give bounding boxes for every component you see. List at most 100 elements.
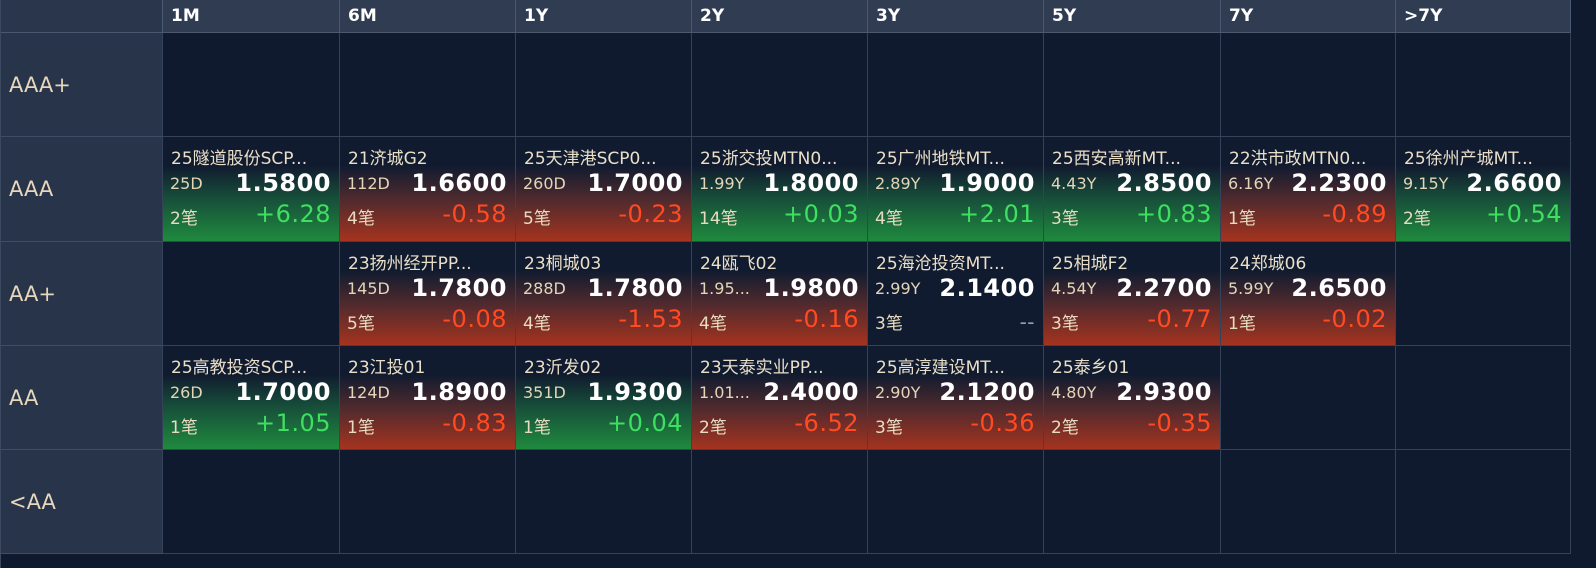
column-header-6m[interactable]: 6M xyxy=(340,0,516,33)
bond-quote-cell[interactable]: 25西安高新MT... 4.43Y 2.8500 3笔 +0.83 xyxy=(1044,137,1221,242)
remaining-term: 4.43Y xyxy=(1051,174,1097,193)
bond-quote-cell[interactable]: 25泰乡01 4.80Y 2.9300 2笔 -0.35 xyxy=(1044,346,1221,450)
yield-change: -0.08 xyxy=(442,305,507,333)
remaining-term: 1.95... xyxy=(699,279,750,298)
bond-quote-cell[interactable]: 22洪市政MTN0... 6.16Y 2.2300 1笔 -0.89 xyxy=(1221,137,1396,242)
bond-name: 25隧道股份SCP... xyxy=(171,149,308,169)
bond-name: 25徐州产城MT... xyxy=(1404,149,1533,169)
yield-change: +1.05 xyxy=(254,409,331,437)
yield-change: -0.35 xyxy=(1147,409,1212,437)
trade-yield: 2.6600 xyxy=(1466,169,1562,197)
empty-cell xyxy=(1396,242,1571,346)
column-header-1y[interactable]: 1Y xyxy=(516,0,692,33)
bond-quote-cell[interactable]: 23江投01 124D 1.8900 1笔 -0.83 xyxy=(340,346,516,450)
remaining-term: 124D xyxy=(347,383,390,402)
empty-cell xyxy=(692,450,868,554)
remaining-term: 25D xyxy=(170,174,203,193)
bond-name: 21济城G2 xyxy=(348,149,428,169)
bond-quote-cell[interactable]: 23沂发02 351D 1.9300 1笔 +0.04 xyxy=(516,346,692,450)
bond-quote-cell[interactable]: 23扬州经开PP... 145D 1.7800 5笔 -0.08 xyxy=(340,242,516,346)
bond-quote-cell[interactable]: 25天津港SCP0... 260D 1.7000 5笔 -0.23 xyxy=(516,137,692,242)
bond-quote-cell[interactable]: 25广州地铁MT... 2.89Y 1.9000 4笔 +2.01 xyxy=(868,137,1044,242)
trade-yield: 1.7000 xyxy=(235,378,331,406)
trade-yield: 2.9300 xyxy=(1116,378,1212,406)
remaining-term: 5.99Y xyxy=(1228,279,1274,298)
rating-tenor-matrix: 1M 6M 1Y 2Y 3Y 5Y 7Y >7Y AAA+ AAA 25隧道股份… xyxy=(0,0,1596,568)
column-header-2y[interactable]: 2Y xyxy=(692,0,868,33)
bond-name: 25天津港SCP0... xyxy=(524,149,657,169)
trade-count: 3笔 xyxy=(875,418,903,438)
remaining-term: 2.89Y xyxy=(875,174,921,193)
bond-quote-cell[interactable]: 24瓯飞02 1.95... 1.9800 4笔 -0.16 xyxy=(692,242,868,346)
bond-name: 25高教投资SCP... xyxy=(171,358,308,378)
bond-quote-cell[interactable]: 25高教投资SCP... 26D 1.7000 1笔 +1.05 xyxy=(163,346,340,450)
trade-yield: 2.1200 xyxy=(939,378,1035,406)
trade-count: 2笔 xyxy=(1051,418,1079,438)
row-label-aaa: AAA xyxy=(1,137,163,242)
trade-yield: 1.7000 xyxy=(587,169,683,197)
trade-count: 1笔 xyxy=(1228,314,1256,334)
yield-change: -6.52 xyxy=(794,409,859,437)
trade-yield: 1.8000 xyxy=(763,169,859,197)
empty-cell xyxy=(340,450,516,554)
bond-name: 22洪市政MTN0... xyxy=(1229,149,1367,169)
bond-quote-cell[interactable]: 24郑城06 5.99Y 2.6500 1笔 -0.02 xyxy=(1221,242,1396,346)
remaining-term: 6.16Y xyxy=(1228,174,1274,193)
bond-quote-cell[interactable]: 25隧道股份SCP... 25D 1.5800 2笔 +6.28 xyxy=(163,137,340,242)
bond-quote-cell[interactable]: 25徐州产城MT... 9.15Y 2.6600 2笔 +0.54 xyxy=(1396,137,1571,242)
bond-quote-cell[interactable]: 25海沧投资MT... 2.99Y 2.1400 3笔 -- xyxy=(868,242,1044,346)
column-header-over-7y[interactable]: >7Y xyxy=(1396,0,1571,33)
bond-name: 25浙交投MTN0... xyxy=(700,149,838,169)
empty-cell xyxy=(1396,450,1571,554)
column-header-3y[interactable]: 3Y xyxy=(868,0,1044,33)
column-header-1m[interactable]: 1M xyxy=(163,0,340,33)
trade-yield: 2.2700 xyxy=(1116,274,1212,302)
trade-count: 3笔 xyxy=(1051,314,1079,334)
column-header-7y[interactable]: 7Y xyxy=(1221,0,1396,33)
empty-cell xyxy=(1044,450,1221,554)
yield-change: +0.83 xyxy=(1135,200,1212,228)
trade-count: 2笔 xyxy=(170,209,198,229)
row-label-aaa-plus: AAA+ xyxy=(1,33,163,137)
bond-quote-cell[interactable]: 21济城G2 112D 1.6600 4笔 -0.58 xyxy=(340,137,516,242)
remaining-term: 1.01... xyxy=(699,383,750,402)
bond-name: 25西安高新MT... xyxy=(1052,149,1181,169)
trade-yield: 1.9800 xyxy=(763,274,859,302)
trade-count: 1笔 xyxy=(523,418,551,438)
trade-count: 3笔 xyxy=(1051,209,1079,229)
empty-cell xyxy=(1044,33,1221,137)
yield-change: -0.83 xyxy=(442,409,507,437)
remaining-term: 1.99Y xyxy=(699,174,745,193)
empty-cell xyxy=(163,242,340,346)
bond-name: 25相城F2 xyxy=(1052,254,1129,274)
empty-cell xyxy=(1396,33,1571,137)
bond-quote-cell[interactable]: 23天泰实业PP... 1.01... 2.4000 2笔 -6.52 xyxy=(692,346,868,450)
yield-change: -0.89 xyxy=(1322,200,1387,228)
row-label-below-aa: <AA xyxy=(1,450,163,554)
trade-yield: 1.7800 xyxy=(411,274,507,302)
trade-count: 2笔 xyxy=(1403,209,1431,229)
remaining-term: 2.90Y xyxy=(875,383,921,402)
trade-yield: 2.8500 xyxy=(1116,169,1212,197)
remaining-term: 288D xyxy=(523,279,566,298)
yield-change: -0.77 xyxy=(1147,305,1212,333)
trade-yield: 1.6600 xyxy=(411,169,507,197)
empty-cell xyxy=(163,450,340,554)
column-header-5y[interactable]: 5Y xyxy=(1044,0,1221,33)
trade-count: 14笔 xyxy=(699,209,738,229)
empty-cell xyxy=(868,33,1044,137)
trade-count: 4笔 xyxy=(347,209,375,229)
remaining-term: 351D xyxy=(523,383,566,402)
remaining-term: 9.15Y xyxy=(1403,174,1449,193)
remaining-term: 260D xyxy=(523,174,566,193)
bond-quote-cell[interactable]: 25高淳建设MT... 2.90Y 2.1200 3笔 -0.36 xyxy=(868,346,1044,450)
bond-quote-cell[interactable]: 25浙交投MTN0... 1.99Y 1.8000 14笔 +0.03 xyxy=(692,137,868,242)
empty-cell xyxy=(340,33,516,137)
empty-cell xyxy=(1221,33,1396,137)
trade-count: 5笔 xyxy=(347,314,375,334)
empty-cell xyxy=(1396,346,1571,450)
bond-name: 25广州地铁MT... xyxy=(876,149,1005,169)
bond-quote-cell[interactable]: 25相城F2 4.54Y 2.2700 3笔 -0.77 xyxy=(1044,242,1221,346)
bond-quote-cell[interactable]: 23桐城03 288D 1.7800 4笔 -1.53 xyxy=(516,242,692,346)
bond-name: 23沂发02 xyxy=(524,358,602,378)
